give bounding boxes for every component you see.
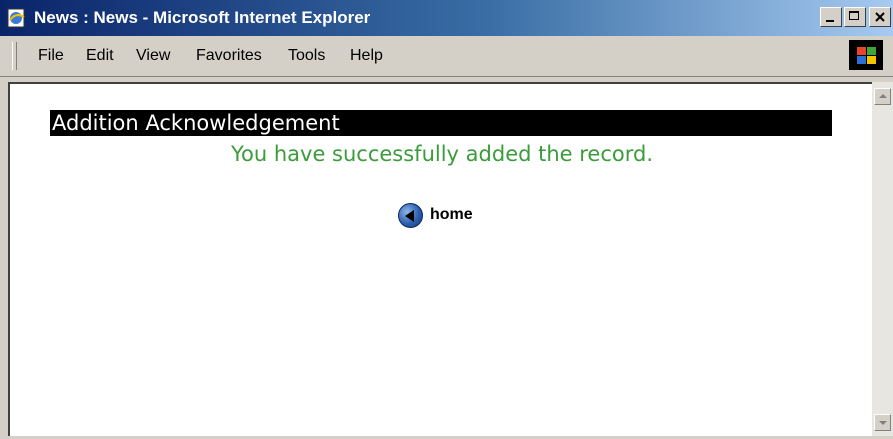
menu-bar: File Edit View Favorites Tools Help <box>0 36 893 77</box>
menu-favorites[interactable]: Favorites <box>196 46 262 66</box>
menu-file[interactable]: File <box>38 46 64 66</box>
close-icon <box>875 12 885 22</box>
maximize-button[interactable] <box>844 7 866 27</box>
back-arrow-icon <box>398 203 423 228</box>
menu-edit[interactable]: Edit <box>86 46 114 66</box>
title-bar: News : News - Microsoft Internet Explore… <box>0 0 893 36</box>
windows-flag-logo <box>849 40 883 70</box>
menu-view[interactable]: View <box>136 46 170 66</box>
page-content: Addition Acknowledgement You have succes… <box>8 82 872 436</box>
toolbar-grip[interactable] <box>12 42 17 70</box>
maximize-icon <box>849 11 859 20</box>
success-message: You have successfully added the record. <box>230 142 654 166</box>
minimize-icon <box>826 20 834 22</box>
scroll-down-button[interactable] <box>874 414 891 431</box>
scroll-down-icon <box>879 421 887 425</box>
window-title: News : News - Microsoft Internet Explore… <box>34 8 371 27</box>
vertical-scrollbar[interactable] <box>872 82 893 436</box>
scroll-up-icon <box>879 94 887 98</box>
menu-help[interactable]: Help <box>350 46 383 66</box>
ie-page-icon <box>7 8 25 28</box>
minimize-button[interactable] <box>820 7 842 27</box>
scroll-up-button[interactable] <box>874 88 891 105</box>
page-heading: Addition Acknowledgement <box>50 110 832 136</box>
close-button[interactable] <box>869 7 891 27</box>
browser-window: News : News - Microsoft Internet Explore… <box>0 0 893 439</box>
menu-tools[interactable]: Tools <box>288 46 325 66</box>
home-link-label: home <box>430 206 473 223</box>
